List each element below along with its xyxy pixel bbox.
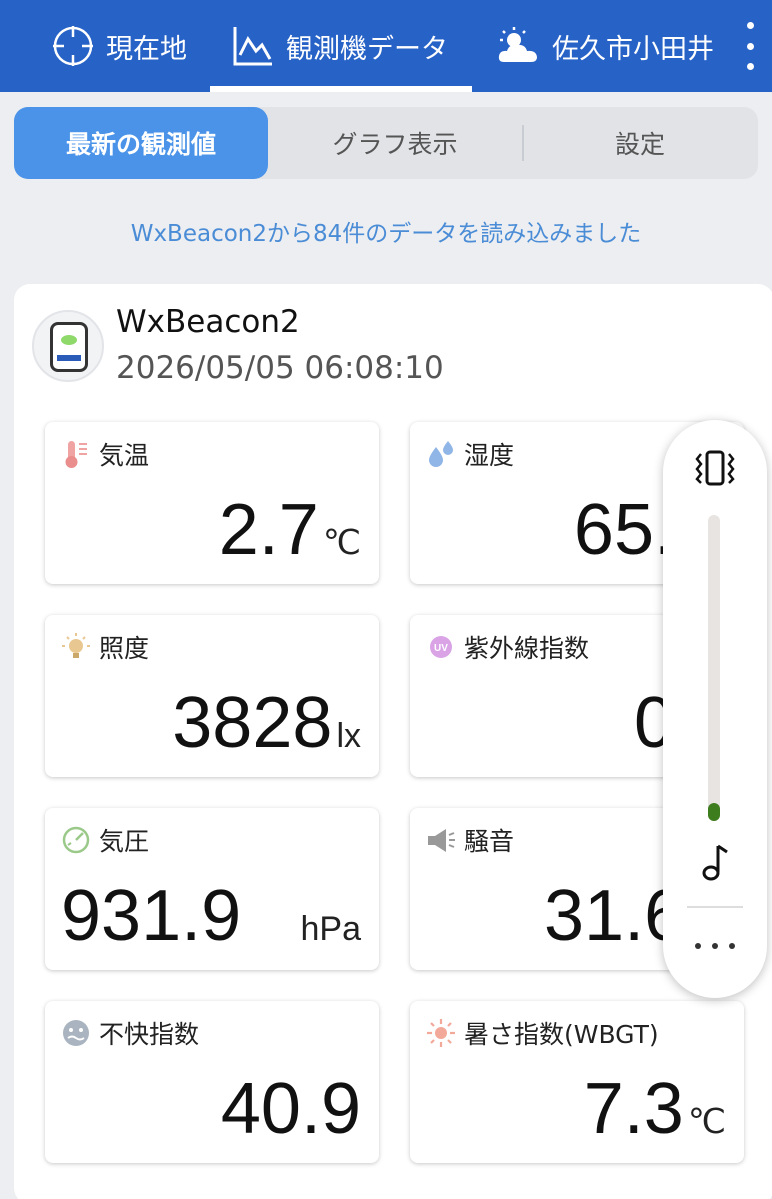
metric-tile-discomfort-index[interactable]: 不快指数 40.9	[45, 1001, 379, 1163]
thermometer-icon	[65, 441, 87, 468]
pressure-value: 931.9	[61, 876, 242, 956]
tab-sensor-data[interactable]: 観測機データ	[232, 0, 448, 92]
temperature-unit: ℃	[322, 524, 361, 562]
crosshair-icon	[53, 26, 93, 66]
metric-tile-pressure[interactable]: 気圧 931.9 hPa	[45, 808, 379, 970]
overflow-menu-icon[interactable]	[736, 22, 764, 70]
tab-location-label: 佐久市小田井	[552, 33, 714, 65]
water-drops-icon	[429, 441, 453, 467]
metric-value: 931.9 hPa	[61, 880, 361, 952]
metric-value: 2.7 ℃	[219, 494, 361, 566]
tab-location-weather[interactable]: 佐久市小田井	[496, 0, 714, 92]
illuminance-unit: lx	[336, 717, 361, 755]
metric-label: 不快指数	[99, 1020, 200, 1049]
svg-text:UV: UV	[434, 643, 448, 654]
sun-icon	[427, 1019, 455, 1047]
temperature-value: 2.7	[218, 490, 319, 570]
gauge-icon	[62, 826, 90, 854]
volume-slider[interactable]	[708, 515, 720, 821]
load-status-message: WxBeacon2から84件のデータを読み込みました	[130, 221, 642, 247]
line-chart-icon	[233, 27, 272, 66]
face-icon	[63, 1020, 89, 1046]
app-bar: 現在地 観測機データ 佐久市小田井	[0, 0, 772, 92]
uv-icon: UV	[430, 636, 452, 658]
metric-tile-illuminance[interactable]: 照度 3828 lx	[45, 615, 379, 777]
partly-cloudy-icon	[498, 27, 537, 62]
segment-graph-view[interactable]: グラフ表示	[268, 107, 522, 179]
metric-tile-temperature[interactable]: 気温 2.7 ℃	[45, 422, 379, 584]
metric-label: 気温	[99, 441, 150, 470]
pressure-unit: hPa	[300, 910, 362, 948]
metric-value: 7.3 ℃	[584, 1073, 726, 1145]
volume-slider-fill	[708, 803, 720, 821]
metric-value: 3828 lx	[172, 687, 361, 759]
metric-value: 40.9	[221, 1073, 361, 1145]
metric-label: 紫外線指数	[464, 634, 590, 663]
metric-value: 65.	[574, 494, 674, 566]
metric-label: 気圧	[99, 827, 150, 856]
metric-label: 湿度	[464, 441, 515, 470]
vibrate-icon[interactable]	[693, 448, 737, 488]
metric-tile-wbgt[interactable]: 暑さ指数(WBGT) 7.3 ℃	[410, 1001, 744, 1163]
humidity-value: 65.	[573, 490, 674, 570]
wbgt-unit: ℃	[687, 1103, 726, 1141]
metric-label: 暑さ指数(WBGT)	[464, 1020, 659, 1049]
device-name: WxBeacon2	[116, 304, 300, 340]
megaphone-icon	[428, 829, 455, 852]
metric-label: 照度	[99, 634, 150, 663]
wxbeacon-device-icon	[32, 310, 104, 382]
device-timestamp: 2026/05/05 06:08:10	[116, 350, 444, 386]
segment-settings[interactable]: 設定	[522, 107, 758, 179]
wbgt-value: 7.3	[583, 1069, 684, 1149]
active-tab-indicator	[210, 86, 472, 92]
more-options-icon[interactable]	[695, 936, 735, 956]
illuminance-value: 3828	[172, 683, 333, 763]
light-bulb-icon	[62, 633, 90, 658]
tab-sensor-data-label: 観測機データ	[286, 33, 448, 65]
discomfort-value: 40.9	[220, 1069, 361, 1149]
view-segment-control: 最新の観測値 グラフ表示 設定	[14, 107, 758, 179]
metric-label: 騒音	[464, 827, 515, 856]
panel-divider	[687, 906, 743, 908]
tab-current-location[interactable]: 現在地	[52, 0, 187, 92]
volume-panel	[663, 420, 767, 998]
music-note-icon[interactable]	[699, 842, 731, 882]
tab-current-location-label: 現在地	[106, 33, 187, 65]
segment-latest-values[interactable]: 最新の観測値	[14, 107, 268, 179]
